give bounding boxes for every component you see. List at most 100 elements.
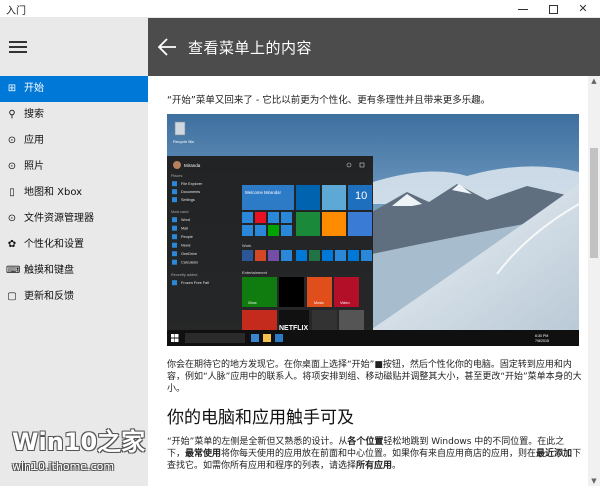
home-icon: ⊞ [7,83,17,94]
para2-bold-all-apps: 所有应用 [356,461,393,471]
para2-bold-most-used: 最常使用 [185,449,222,459]
sidebar-item-3[interactable]: ⊙ 照片 [0,154,148,180]
live-tile [255,225,266,236]
live-tile [322,212,346,236]
window-title: 入门 [6,6,26,17]
start-list-item: Frozen Free Fall [181,281,209,285]
scroll-down-arrow-icon[interactable]: ▼ [588,476,600,486]
para2-text: “开始”菜单的左侧是全新但又熟悉的设计。从 [167,437,348,447]
sidebar-item-label: 触摸和键盘 [24,265,74,276]
live-tile [255,212,266,223]
sidebar-item-label: 应用 [24,135,44,146]
live-tile [281,212,292,223]
watermark-brand: Win10之家 [12,428,146,456]
back-arrow-icon [157,38,176,56]
minimize-icon [518,8,528,10]
live-tile [348,212,372,236]
watermark-url: win10.ithome.com [12,460,115,473]
live-tile [339,310,364,330]
para2-bold-places: 各个位置 [347,437,384,447]
sidebar-item-label: 文件资源管理器 [24,213,94,224]
app-icon [172,181,177,187]
taskbar-date: 7/8/2015 [535,339,549,343]
sidebar-item-label: 地图和 Xbox [24,187,83,198]
sidebar: ⊞ 开始 ⚲ 搜索 ⊙ 应用 ⊙ 照片 ▯ 地图和 Xbox ⊙ 文件资源管理器 ✿ 个性化和设置 ⌨ 触摸和… [0,18,148,486]
scroll-up-arrow-icon[interactable]: ▲ [588,76,600,86]
content-area: “开始”菜单又回来了 - 它比以前更为个性化、更有条理性并且带来更多乐趣。 Re… [148,76,588,486]
live-tile [242,225,253,236]
sidebar-item-7[interactable]: ⌨ 触摸和键盘 [0,258,148,284]
intro-text: “开始”菜单又回来了 - 它比以前更为个性化、更有条理性并且带来更多乐趣。 [167,95,491,106]
places-header: Places [171,174,182,178]
user-name-label: Miranda [184,163,201,168]
palette-icon: ✿ [7,239,17,250]
apps-icon: ⊙ [7,135,17,146]
left-side-paragraph: “开始”菜单的左侧是全新但又熟悉的设计。从各个位置轻松地跳到 Windows 中… [167,436,582,472]
app-icon [172,197,177,203]
sidebar-item-1[interactable]: ⚲ 搜索 [0,102,148,128]
sidebar-item-2[interactable]: ⊙ 应用 [0,128,148,154]
start-list-item: Settings [181,198,195,202]
start-list-item: Word [181,218,190,222]
live-tile [255,250,266,261]
music-tile-label: Music [314,301,324,305]
live-tile [296,250,307,261]
sidebar-item-5[interactable]: ⊙ 文件资源管理器 [0,206,148,232]
sidebar-item-4[interactable]: ▯ 地图和 Xbox [0,180,148,206]
sidebar-item-label: 照片 [24,161,44,172]
live-tile [322,250,333,261]
live-tile [268,225,279,236]
live-tile [322,185,346,210]
taskbar-clock: 6:30 PM [535,334,548,338]
video-tile-label: Video [340,301,350,305]
live-tile [296,212,320,236]
vertical-scrollbar[interactable]: ▲ ▼ [588,76,600,486]
calendar-date-number: 10 [355,190,367,202]
recycle-bin-icon [174,121,186,136]
recycle-bin-label: Recycle Bin [173,139,194,144]
app-icon [172,242,177,248]
start-menu-illustration: Recycle Bin Miranda Places File Explorer D… [167,114,579,346]
feedback-icon: ▢ [7,291,17,302]
live-tile [268,212,279,223]
section-heading: 你的电脑和应用触手可及 [167,408,354,428]
start-menu-screenshot: Recycle Bin Miranda Places File Explorer D… [167,114,579,346]
start-list-item: Documents [181,190,200,194]
start-list-item: Mail [181,227,188,231]
watermark: Win10之家 win10.ithome.com [6,422,166,482]
start-button-icon [171,334,175,338]
entertainment-group-header: Entertainment [242,270,268,275]
live-tile [361,250,372,261]
start-list-item: OneDrive [181,252,197,256]
page-title: 查看菜单上的内容 [188,39,313,57]
live-tile [242,212,253,223]
maximize-icon [548,4,558,14]
app-icon [172,280,177,286]
sidebar-nav: ⊞ 开始 ⚲ 搜索 ⊙ 应用 ⊙ 照片 ▯ 地图和 Xbox ⊙ 文件资源管理器 ✿ 个性化和设置 ⌨ 触摸和… [0,76,148,310]
back-button[interactable] [156,36,180,58]
most-used-header: Most used [171,210,189,214]
live-tile [242,185,294,210]
sidebar-item-6[interactable]: ✿ 个性化和设置 [0,232,148,258]
sidebar-item-0[interactable]: ⊞ 开始 [0,76,148,102]
start-list-item: File Explorer [181,182,203,186]
xbox-tile-label: Xbox [248,301,257,305]
scrollbar-thumb[interactable] [590,148,598,258]
app-icon [172,234,177,240]
maximize-button[interactable] [538,0,568,18]
keyboard-icon: ⌨ [6,265,21,276]
taskbar-search-box [185,333,245,343]
sidebar-item-8[interactable]: ▢ 更新和反馈 [0,284,148,310]
minimize-button[interactable] [508,0,538,18]
recently-added-header: Recently added [171,273,197,277]
start-menu-paragraph: 你会在期待它的地方发现它。在你桌面上选择“开始”■按钮，然后个性化你的电脑。固定… [167,360,582,394]
live-tile [335,250,346,261]
close-button[interactable]: ✕ [568,0,598,18]
app-icon [172,225,177,231]
page-header: 查看菜单上的内容 [148,18,600,76]
hamburger-menu-icon[interactable] [9,41,27,53]
start-list-item: People [181,235,193,239]
live-tile [242,250,253,261]
live-tile [312,310,337,330]
app-icon [172,259,177,265]
